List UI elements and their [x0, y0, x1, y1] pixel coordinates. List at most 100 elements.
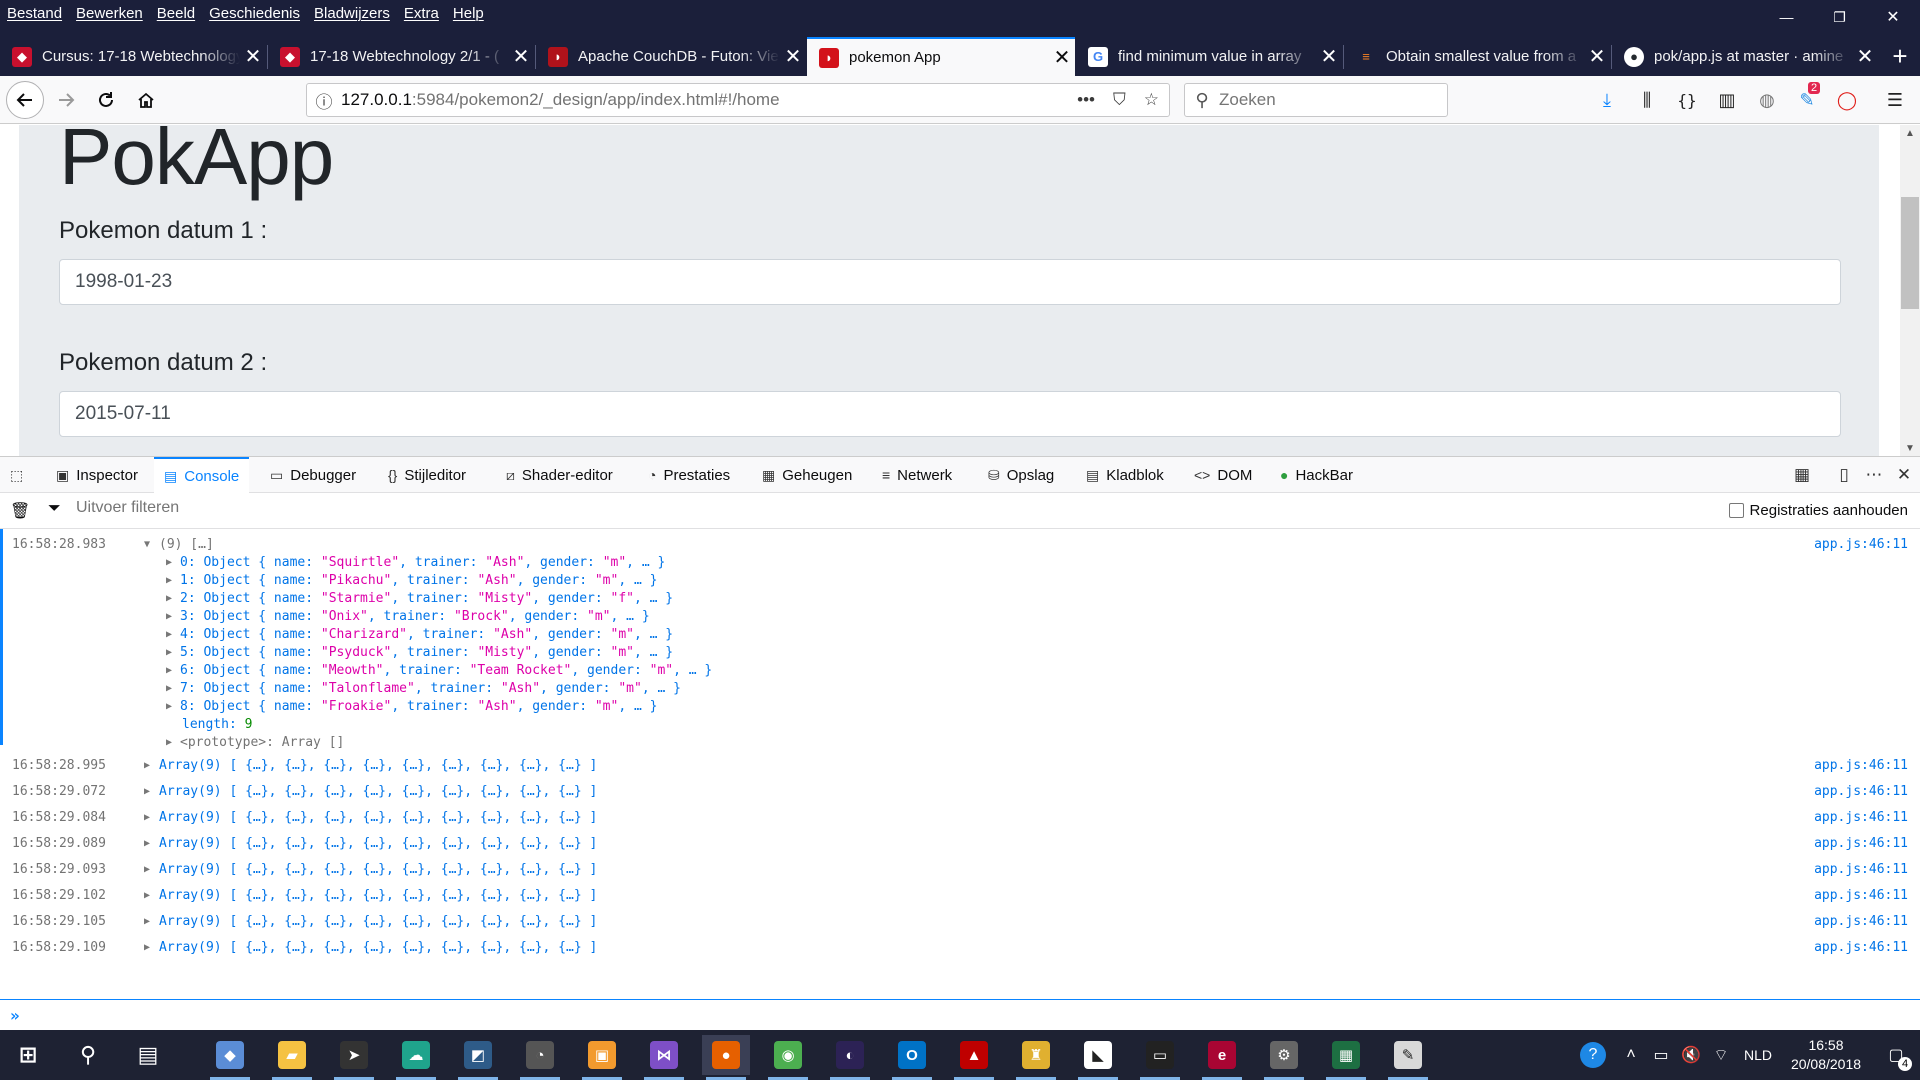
close-icon[interactable]: ✕: [780, 44, 806, 69]
extension-icon[interactable]: ✎ 2: [1792, 82, 1822, 114]
beer-app-icon[interactable]: ♜: [1012, 1035, 1060, 1080]
pocket-icon[interactable]: ⛉: [1113, 90, 1126, 110]
array-preview[interactable]: Array(9) [ {…}, {…}, {…}, {…}, {…}, {…},…: [159, 784, 597, 799]
collapsed-twisty-icon[interactable]: ▶: [166, 593, 172, 604]
filezilla-icon[interactable]: ▲: [950, 1035, 998, 1080]
tab-shader-editor[interactable]: ⧄ Shader-editor: [506, 457, 613, 493]
tab-dom[interactable]: <> DOM: [1194, 457, 1252, 493]
spreadsheet-icon[interactable]: ▦: [1322, 1035, 1370, 1080]
array-item[interactable]: 3: Object { name: "Onix", trainer: "Broc…: [180, 609, 650, 624]
array-item[interactable]: 5: Object { name: "Psyduck", trainer: "M…: [180, 645, 673, 660]
close-icon[interactable]: ✕: [508, 44, 534, 69]
console-input[interactable]: [25, 1007, 1826, 1023]
menu-geschiedenis[interactable]: Geschiedenis: [202, 5, 307, 22]
tab-inspector[interactable]: ▣ Inspector: [56, 457, 138, 493]
date2-input[interactable]: [59, 391, 1841, 437]
eclipse-icon[interactable]: ◐: [826, 1035, 874, 1080]
page-scrollbar[interactable]: ▲ ▼: [1900, 125, 1920, 456]
console-message[interactable]: 16:58:28.983 ▼ (9) […] app.js:46:11 ▶ 0: …: [0, 529, 1920, 750]
action-center-icon[interactable]: ▢ 4: [1872, 1045, 1920, 1071]
date1-input[interactable]: [59, 259, 1841, 305]
close-icon[interactable]: ✕: [1049, 45, 1075, 70]
tab-github-pok[interactable]: ● pok/app.js at master · amine ✕: [1612, 37, 1878, 76]
console-message[interactable]: 16:58:29.102 ▶ Array(9) [ {…}, {…}, {…}, {…: [0, 885, 1920, 911]
checkbox-box[interactable]: [1728, 503, 1744, 518]
close-icon[interactable]: ✕: [240, 44, 266, 69]
chevron-up-icon[interactable]: ˄: [1616, 1046, 1646, 1064]
source-link[interactable]: app.js:46:11: [1814, 862, 1908, 877]
speedometer-icon[interactable]: ◔: [516, 1035, 564, 1080]
console-message[interactable]: 16:58:29.105 ▶ Array(9) [ {…}, {…}, {…}, {…: [0, 911, 1920, 937]
minimize-button[interactable]: —: [1760, 0, 1813, 34]
filter-input[interactable]: [76, 499, 476, 517]
array-item[interactable]: 0: Object { name: "Squirtle", trainer: "…: [180, 555, 665, 570]
array-item[interactable]: 6: Object { name: "Meowth", trainer: "Te…: [180, 663, 712, 678]
tab-find-minimum[interactable]: G find minimum value in array ✕: [1076, 37, 1342, 76]
scrollbar-thumb[interactable]: [1901, 197, 1919, 309]
collapsed-twisty-icon[interactable]: ▶: [166, 665, 172, 676]
more-options-icon[interactable]: ⋯: [1860, 461, 1888, 489]
frame-picker-icon[interactable]: ▦: [1788, 461, 1816, 489]
scroll-down-icon[interactable]: ▼: [1900, 440, 1920, 456]
chrome-icon[interactable]: ◉: [764, 1035, 812, 1080]
home-button[interactable]: [128, 82, 164, 118]
close-window-button[interactable]: ✕: [1866, 0, 1920, 34]
reload-button[interactable]: [88, 82, 124, 118]
dock-icon[interactable]: ▯: [1830, 461, 1858, 489]
source-link[interactable]: app.js:46:11: [1814, 784, 1908, 799]
array-item[interactable]: 8: Object { name: "Froakie", trainer: "A…: [180, 699, 657, 714]
console-message[interactable]: 16:58:29.084 ▶ Array(9) [ {…}, {…}, {…}, {…: [0, 807, 1920, 833]
menu-bewerken[interactable]: Bewerken: [69, 5, 150, 22]
collapsed-twisty-icon[interactable]: ▶: [144, 864, 150, 875]
array-item[interactable]: 7: Object { name: "Talonflame", trainer:…: [180, 681, 681, 696]
close-devtools-icon[interactable]: ✕: [1890, 461, 1918, 489]
collapsed-twisty-icon[interactable]: ▶: [166, 611, 172, 622]
collapsed-twisty-icon[interactable]: ▶: [144, 760, 150, 771]
source-link[interactable]: app.js:46:11: [1814, 940, 1908, 955]
opera-icon[interactable]: ◯: [1832, 86, 1862, 114]
tab-opslag[interactable]: ⛁ Opslag: [988, 457, 1054, 493]
array-item[interactable]: 2: Object { name: "Starmie", trainer: "M…: [180, 591, 673, 606]
tab-console[interactable]: ▤ Console: [154, 457, 250, 493]
menu-help[interactable]: Help: [446, 5, 491, 22]
search-icon[interactable]: ⚲: [64, 1035, 112, 1075]
sidebar-icon[interactable]: ▥: [1712, 86, 1742, 114]
persist-logs-checkbox[interactable]: Registraties aanhouden: [1728, 502, 1908, 519]
array-item[interactable]: 4: Object { name: "Charizard", trainer: …: [180, 627, 673, 642]
close-icon[interactable]: ✕: [1316, 44, 1342, 69]
tab-webtechnology[interactable]: ◆ 17-18 Webtechnology 2/1 - ( ✕: [268, 37, 534, 76]
scroll-up-icon[interactable]: ▲: [1900, 125, 1920, 141]
source-link[interactable]: app.js:46:11: [1814, 914, 1908, 929]
settings-gear-icon[interactable]: ⚙: [1260, 1035, 1308, 1080]
tab-prestaties[interactable]: ◔ Prestaties: [648, 457, 730, 493]
menu-beeld[interactable]: Beeld: [150, 5, 202, 22]
array-preview[interactable]: Array(9) [ {…}, {…}, {…}, {…}, {…}, {…},…: [159, 914, 597, 929]
collapsed-twisty-icon[interactable]: ▶: [166, 629, 172, 640]
paint-icon[interactable]: ✎: [1384, 1035, 1432, 1080]
tab-geheugen[interactable]: ▦ Geheugen: [762, 457, 852, 493]
file-explorer-icon[interactable]: ▰: [268, 1035, 316, 1080]
array-preview[interactable]: Array(9) [ {…}, {…}, {…}, {…}, {…}, {…},…: [159, 888, 597, 903]
source-link[interactable]: app.js:46:11: [1814, 836, 1908, 851]
visual-studio-icon[interactable]: ⋈: [640, 1035, 688, 1080]
tab-netwerk[interactable]: ≡ Netwerk: [882, 457, 952, 493]
clock[interactable]: 16:58 20/08/2018: [1780, 1036, 1872, 1074]
search-bar[interactable]: ⚲: [1184, 83, 1448, 117]
trash-icon[interactable]: 🗑: [10, 501, 30, 521]
close-icon[interactable]: ✕: [1852, 44, 1878, 69]
help-icon[interactable]: ?: [1580, 1042, 1606, 1068]
collapsed-twisty-icon[interactable]: ▶: [166, 701, 172, 712]
back-button[interactable]: [6, 81, 44, 119]
outlook-icon[interactable]: O: [888, 1035, 936, 1080]
console-message[interactable]: 16:58:28.995 ▶ Array(9) [ {…}, {…}, {…}, {…: [0, 755, 1920, 781]
tab-stijleditor[interactable]: {} Stijleditor: [388, 457, 466, 493]
source-link[interactable]: app.js:46:11: [1814, 537, 1908, 552]
cloud-app-icon[interactable]: ☁: [392, 1035, 440, 1080]
tab-couchdb-futon[interactable]: ◗ Apache CouchDB - Futon: Vie ✕: [536, 37, 806, 76]
collapsed-twisty-icon[interactable]: ▶: [144, 838, 150, 849]
collapsed-twisty-icon[interactable]: ▶: [166, 647, 172, 658]
restore-button[interactable]: ❐: [1813, 0, 1866, 34]
source-link[interactable]: app.js:46:11: [1814, 758, 1908, 773]
collapsed-twisty-icon[interactable]: ▶: [166, 557, 172, 568]
hamburger-menu-icon[interactable]: ☰: [1880, 86, 1910, 114]
